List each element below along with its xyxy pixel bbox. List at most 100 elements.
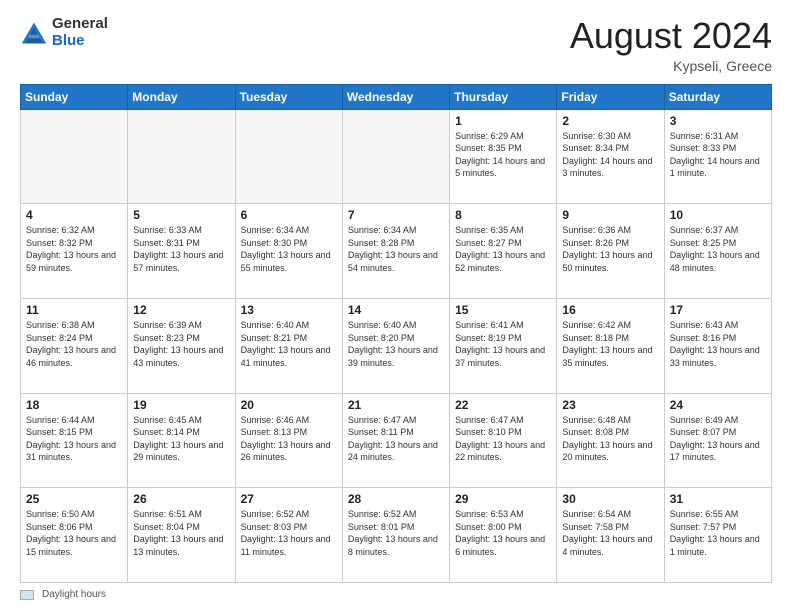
- calendar-header-monday: Monday: [128, 84, 235, 109]
- location: Kypseli, Greece: [570, 58, 772, 74]
- month-year: August 2024: [570, 16, 772, 56]
- day-number: 10: [670, 208, 766, 222]
- daylight-label: Daylight hours: [42, 589, 106, 600]
- calendar-cell: 5 Sunrise: 6:33 AMSunset: 8:31 PMDaylight…: [128, 204, 235, 299]
- calendar-week-3: 11Sunrise: 6:38 AMSunset: 8:24 PMDayligh…: [21, 298, 772, 393]
- day-number: 8: [455, 208, 551, 222]
- day-number: 27: [241, 492, 337, 506]
- calendar-cell: 7 Sunrise: 6:34 AMSunset: 8:28 PMDaylight…: [342, 204, 449, 299]
- calendar-cell: 31 Sunrise: 6:55 AMSunset: 7:57 PMDayligh…: [664, 488, 771, 583]
- calendar-cell: 16 Sunrise: 6:42 AMSunset: 8:18 PMDayligh…: [557, 298, 664, 393]
- calendar-week-5: 25Sunrise: 6:50 AMSunset: 8:06 PMDayligh…: [21, 488, 772, 583]
- day-info: Sunrise: 6:40 AMSunset: 8:20 PMDaylight:…: [348, 319, 444, 369]
- day-number: 26: [133, 492, 229, 506]
- calendar-cell: 12 Sunrise: 6:39 AMSunset: 8:23 PMDayligh…: [128, 298, 235, 393]
- header: General Blue August 2024 Kypseli, Greece: [20, 16, 772, 74]
- calendar-cell: 15Sunrise: 6:41 AMSunset: 8:19 PMDayligh…: [450, 298, 557, 393]
- day-number: 23: [562, 398, 658, 412]
- day-number: 7: [348, 208, 444, 222]
- day-number: 5: [133, 208, 229, 222]
- calendar-cell: 13 Sunrise: 6:40 AMSunset: 8:21 PMDayligh…: [235, 298, 342, 393]
- calendar-cell: 11Sunrise: 6:38 AMSunset: 8:24 PMDayligh…: [21, 298, 128, 393]
- day-number: 4: [26, 208, 122, 222]
- calendar-week-1: 1Sunrise: 6:29 AMSunset: 8:35 PMDaylight…: [21, 109, 772, 204]
- day-info: Sunrise: 6:45 AMSunset: 8:14 PMDaylight:…: [133, 414, 229, 464]
- calendar-cell: 1Sunrise: 6:29 AMSunset: 8:35 PMDaylight…: [450, 109, 557, 204]
- day-number: 2: [562, 114, 658, 128]
- day-info: Sunrise: 6:51 AMSunset: 8:04 PMDaylight:…: [133, 508, 229, 558]
- calendar-cell: 3 Sunrise: 6:31 AMSunset: 8:33 PMDaylight…: [664, 109, 771, 204]
- calendar-week-4: 18Sunrise: 6:44 AMSunset: 8:15 PMDayligh…: [21, 393, 772, 488]
- calendar-cell: 29 Sunrise: 6:53 AMSunset: 8:00 PMDayligh…: [450, 488, 557, 583]
- day-info: Sunrise: 6:34 AMSunset: 8:28 PMDaylight:…: [348, 224, 444, 274]
- calendar-header-tuesday: Tuesday: [235, 84, 342, 109]
- day-info: Sunrise: 6:34 AMSunset: 8:30 PMDaylight:…: [241, 224, 337, 274]
- day-number: 28: [348, 492, 444, 506]
- logo-icon: [20, 19, 48, 47]
- calendar-cell: 19Sunrise: 6:45 AMSunset: 8:14 PMDayligh…: [128, 393, 235, 488]
- calendar-cell: 23 Sunrise: 6:48 AMSunset: 8:08 PMDayligh…: [557, 393, 664, 488]
- calendar-cell: [235, 109, 342, 204]
- calendar-cell: 30Sunrise: 6:54 AMSunset: 7:58 PMDayligh…: [557, 488, 664, 583]
- daylight-legend-box: [20, 590, 34, 600]
- day-number: 12: [133, 303, 229, 317]
- footer: Daylight hours: [20, 589, 772, 600]
- calendar-cell: [128, 109, 235, 204]
- calendar-cell: 14Sunrise: 6:40 AMSunset: 8:20 PMDayligh…: [342, 298, 449, 393]
- calendar-cell: 20 Sunrise: 6:46 AMSunset: 8:13 PMDayligh…: [235, 393, 342, 488]
- calendar-header-sunday: Sunday: [21, 84, 128, 109]
- day-number: 1: [455, 114, 551, 128]
- day-number: 16: [562, 303, 658, 317]
- logo-text: General Blue: [52, 16, 108, 49]
- calendar-header-wednesday: Wednesday: [342, 84, 449, 109]
- calendar-cell: 8Sunrise: 6:35 AMSunset: 8:27 PMDaylight…: [450, 204, 557, 299]
- calendar-cell: 27 Sunrise: 6:52 AMSunset: 8:03 PMDayligh…: [235, 488, 342, 583]
- day-number: 30: [562, 492, 658, 506]
- calendar-cell: 28 Sunrise: 6:52 AMSunset: 8:01 PMDayligh…: [342, 488, 449, 583]
- day-info: Sunrise: 6:37 AMSunset: 8:25 PMDaylight:…: [670, 224, 766, 274]
- day-info: Sunrise: 6:31 AMSunset: 8:33 PMDaylight:…: [670, 130, 766, 180]
- day-info: Sunrise: 6:52 AMSunset: 8:03 PMDaylight:…: [241, 508, 337, 558]
- calendar-cell: 4 Sunrise: 6:32 AMSunset: 8:32 PMDaylight…: [21, 204, 128, 299]
- day-number: 9: [562, 208, 658, 222]
- calendar-cell: 25Sunrise: 6:50 AMSunset: 8:06 PMDayligh…: [21, 488, 128, 583]
- day-info: Sunrise: 6:52 AMSunset: 8:01 PMDaylight:…: [348, 508, 444, 558]
- calendar-header-thursday: Thursday: [450, 84, 557, 109]
- day-info: Sunrise: 6:47 AMSunset: 8:11 PMDaylight:…: [348, 414, 444, 464]
- day-number: 24: [670, 398, 766, 412]
- day-info: Sunrise: 6:48 AMSunset: 8:08 PMDaylight:…: [562, 414, 658, 464]
- day-info: Sunrise: 6:42 AMSunset: 8:18 PMDaylight:…: [562, 319, 658, 369]
- page: General Blue August 2024 Kypseli, Greece…: [0, 0, 792, 612]
- day-info: Sunrise: 6:39 AMSunset: 8:23 PMDaylight:…: [133, 319, 229, 369]
- day-info: Sunrise: 6:33 AMSunset: 8:31 PMDaylight:…: [133, 224, 229, 274]
- day-number: 29: [455, 492, 551, 506]
- calendar-cell: 24 Sunrise: 6:49 AMSunset: 8:07 PMDayligh…: [664, 393, 771, 488]
- calendar-cell: 17 Sunrise: 6:43 AMSunset: 8:16 PMDayligh…: [664, 298, 771, 393]
- calendar-cell: 21Sunrise: 6:47 AMSunset: 8:11 PMDayligh…: [342, 393, 449, 488]
- calendar-header-friday: Friday: [557, 84, 664, 109]
- day-info: Sunrise: 6:38 AMSunset: 8:24 PMDaylight:…: [26, 319, 122, 369]
- calendar-cell: 18Sunrise: 6:44 AMSunset: 8:15 PMDayligh…: [21, 393, 128, 488]
- calendar-header-row: SundayMondayTuesdayWednesdayThursdayFrid…: [21, 84, 772, 109]
- calendar-cell: 26 Sunrise: 6:51 AMSunset: 8:04 PMDayligh…: [128, 488, 235, 583]
- calendar-cell: [21, 109, 128, 204]
- day-number: 20: [241, 398, 337, 412]
- day-info: Sunrise: 6:47 AMSunset: 8:10 PMDaylight:…: [455, 414, 551, 464]
- day-info: Sunrise: 6:55 AMSunset: 7:57 PMDaylight:…: [670, 508, 766, 558]
- day-info: Sunrise: 6:40 AMSunset: 8:21 PMDaylight:…: [241, 319, 337, 369]
- calendar-week-2: 4 Sunrise: 6:32 AMSunset: 8:32 PMDaylight…: [21, 204, 772, 299]
- day-info: Sunrise: 6:43 AMSunset: 8:16 PMDaylight:…: [670, 319, 766, 369]
- day-number: 3: [670, 114, 766, 128]
- day-info: Sunrise: 6:32 AMSunset: 8:32 PMDaylight:…: [26, 224, 122, 274]
- day-info: Sunrise: 6:53 AMSunset: 8:00 PMDaylight:…: [455, 508, 551, 558]
- day-number: 17: [670, 303, 766, 317]
- calendar-cell: 22 Sunrise: 6:47 AMSunset: 8:10 PMDayligh…: [450, 393, 557, 488]
- day-number: 22: [455, 398, 551, 412]
- calendar-cell: 9 Sunrise: 6:36 AMSunset: 8:26 PMDaylight…: [557, 204, 664, 299]
- day-info: Sunrise: 6:49 AMSunset: 8:07 PMDaylight:…: [670, 414, 766, 464]
- day-info: Sunrise: 6:36 AMSunset: 8:26 PMDaylight:…: [562, 224, 658, 274]
- day-number: 13: [241, 303, 337, 317]
- day-info: Sunrise: 6:46 AMSunset: 8:13 PMDaylight:…: [241, 414, 337, 464]
- day-number: 31: [670, 492, 766, 506]
- calendar-header-saturday: Saturday: [664, 84, 771, 109]
